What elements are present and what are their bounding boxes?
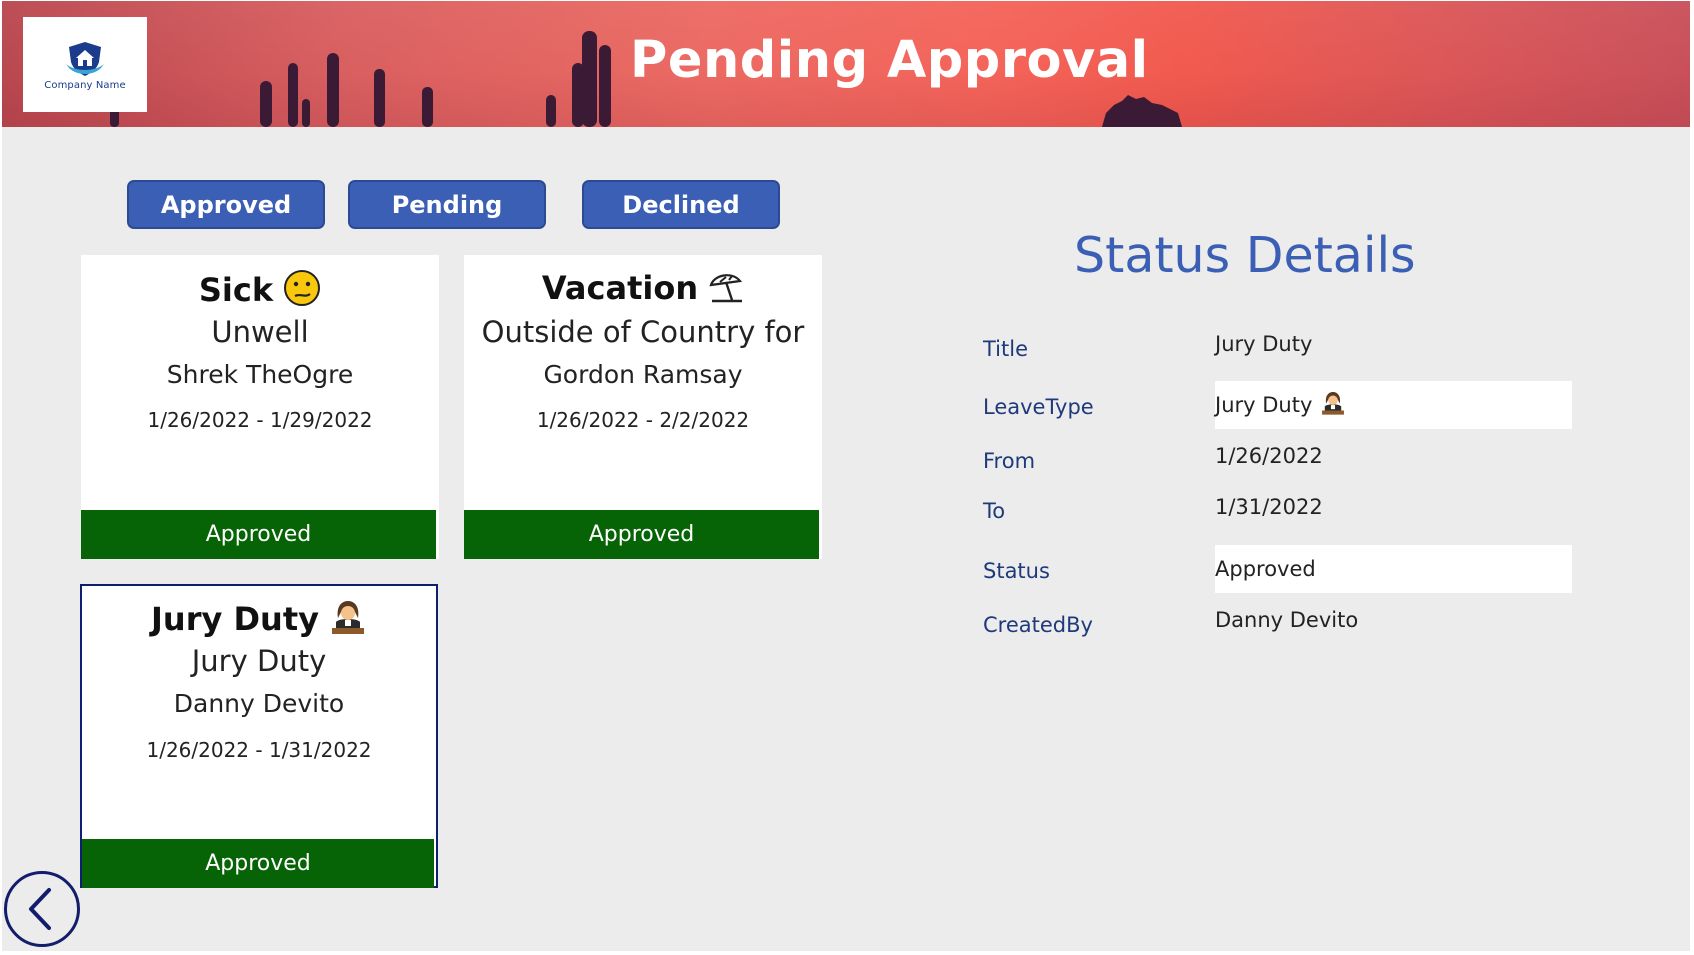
- card-date-range: 1/26/2022 - 1/31/2022: [146, 738, 372, 762]
- card-date-range: 1/26/2022 - 2/2/2022: [536, 408, 750, 432]
- house-shield-icon: [66, 42, 104, 76]
- leave-card-vacation[interactable]: Vacation Outside of Country for Gordon R…: [464, 255, 822, 559]
- card-reason: Unwell: [211, 315, 309, 349]
- app-screen: Company Name Pending Approval Approved P…: [2, 1, 1690, 951]
- card-employee-name: Shrek TheOgre: [166, 360, 354, 389]
- title-label: Title: [983, 337, 1029, 361]
- leave-card-sick[interactable]: Sick Unwell Shrek TheOgre 1/26/2022 - 1/…: [81, 255, 439, 559]
- card-reason: Outside of Country for: [481, 315, 805, 349]
- confused-face-icon: [283, 269, 321, 315]
- judge-icon: [1320, 390, 1346, 421]
- judge-icon: [329, 598, 367, 644]
- leavetype-field[interactable]: Jury Duty: [1215, 381, 1572, 429]
- header-banner: Company Name Pending Approval: [2, 1, 1690, 127]
- status-field[interactable]: Approved: [1215, 545, 1572, 593]
- card-status-badge: Approved: [81, 510, 436, 559]
- card-employee-name: Gordon Ramsay: [543, 360, 743, 389]
- approved-filter-button[interactable]: Approved: [127, 180, 325, 229]
- leavetype-value: Jury Duty: [1215, 393, 1313, 417]
- to-label: To: [983, 499, 1006, 523]
- card-employee-name: Danny Devito: [173, 689, 345, 718]
- page-title: Pending Approval: [630, 31, 1149, 90]
- card-title-row: Vacation: [464, 269, 822, 313]
- leave-card-jury-duty[interactable]: Jury Duty Jury Duty Danny Devito 1/26/20…: [80, 584, 438, 888]
- beach-umbrella-icon: [708, 269, 744, 313]
- title-value: Jury Duty: [1215, 332, 1313, 356]
- to-value: 1/31/2022: [1215, 495, 1323, 519]
- card-status-badge: Approved: [82, 839, 434, 888]
- status-label: Status: [983, 559, 1050, 583]
- card-reason: Jury Duty: [191, 644, 327, 678]
- chevron-left-icon: [29, 888, 51, 930]
- from-value: 1/26/2022: [1215, 444, 1323, 468]
- pending-filter-button[interactable]: Pending: [348, 180, 546, 229]
- status-value: Approved: [1215, 557, 1316, 581]
- back-button[interactable]: [4, 871, 80, 947]
- from-label: From: [983, 449, 1036, 473]
- card-title: Sick: [198, 271, 274, 309]
- status-details-heading: Status Details: [1074, 227, 1416, 284]
- logo-text: Company Name: [44, 80, 126, 91]
- declined-filter-button[interactable]: Declined: [582, 180, 780, 229]
- createdby-value: Danny Devito: [1215, 608, 1359, 632]
- card-title-row: Sick: [81, 269, 439, 315]
- card-status-badge: Approved: [464, 510, 819, 559]
- card-date-range: 1/26/2022 - 1/29/2022: [147, 408, 373, 432]
- card-title: Jury Duty: [151, 600, 319, 638]
- card-title: Vacation: [541, 269, 699, 307]
- card-title-row: Jury Duty: [82, 598, 436, 644]
- createdby-label: CreatedBy: [983, 613, 1093, 637]
- company-logo: Company Name: [23, 17, 147, 112]
- leavetype-label: LeaveType: [983, 395, 1094, 419]
